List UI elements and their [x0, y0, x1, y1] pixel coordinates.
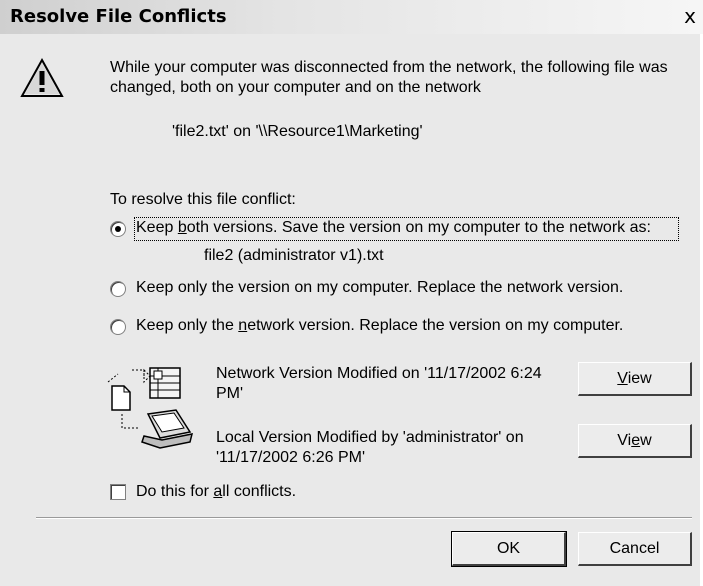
- view-network-text: iew: [627, 370, 652, 387]
- keep-both-label[interactable]: Keep both versions. Save the version on …: [136, 218, 651, 238]
- close-button[interactable]: x: [680, 6, 700, 28]
- local-version-line-1: Local Version Modified by 'administrator…: [216, 429, 524, 446]
- keep-local-radio[interactable]: [110, 281, 126, 297]
- keep-network-accelerator: n: [238, 317, 248, 334]
- keep-network-radio[interactable]: [110, 319, 126, 335]
- keep-network-text-pre: Keep only the: [136, 317, 239, 334]
- apply-all-checkbox[interactable]: [110, 484, 126, 500]
- keep-both-text-post: oth versions. Save the version on my com…: [186, 219, 651, 236]
- keep-local-label[interactable]: Keep only the version on my computer. Re…: [136, 278, 623, 298]
- apply-all-text-post: ll conflicts.: [222, 483, 297, 500]
- view-network-accelerator: V: [617, 370, 628, 387]
- keep-both-radio[interactable]: [110, 221, 126, 237]
- warning-icon: [20, 57, 64, 97]
- radio-selected-dot: [115, 226, 121, 232]
- keep-network-label[interactable]: Keep only the network version. Replace t…: [136, 316, 623, 336]
- resolve-heading: To resolve this file conflict:: [110, 191, 296, 208]
- apply-all-accelerator: a: [213, 483, 223, 500]
- resolve-file-conflicts-dialog: Resolve File Conflicts x While your comp…: [0, 0, 703, 586]
- view-network-button[interactable]: View: [578, 362, 692, 396]
- view-local-accelerator: e: [631, 432, 641, 449]
- title-bar[interactable]: Resolve File Conflicts x: [0, 0, 703, 34]
- network-version-line-2: PM': [216, 385, 244, 402]
- message-line-2: changed, both on your computer and on th…: [110, 79, 481, 96]
- dialog-title: Resolve File Conflicts: [10, 6, 227, 27]
- footer-separator: [36, 517, 692, 519]
- apply-all-label[interactable]: Do this for all conflicts.: [136, 482, 296, 502]
- keep-network-text-post: etwork version. Replace the version on m…: [247, 317, 624, 334]
- message-line-1: While your computer was disconnected fro…: [110, 59, 668, 76]
- keep-both-text-pre: Keep: [136, 219, 178, 236]
- conflict-file-path: 'file2.txt' on '\\Resource1\Marketing': [172, 123, 423, 140]
- keep-both-filename: file2 (administrator v1).txt: [204, 247, 384, 264]
- local-version-line-2: '11/17/2002 6:26 PM': [216, 449, 366, 466]
- apply-all-text-pre: Do this for: [136, 483, 214, 500]
- ok-button[interactable]: OK: [451, 531, 567, 567]
- view-local-text-pre: Vi: [617, 432, 632, 449]
- network-version-line-1: Network Version Modified on '11/17/2002 …: [216, 365, 542, 382]
- cancel-button[interactable]: Cancel: [578, 532, 692, 566]
- view-local-button[interactable]: View: [578, 424, 692, 458]
- view-local-text-post: w: [640, 432, 652, 449]
- keep-both-accelerator: b: [177, 219, 187, 236]
- network-sync-icon: [107, 367, 194, 449]
